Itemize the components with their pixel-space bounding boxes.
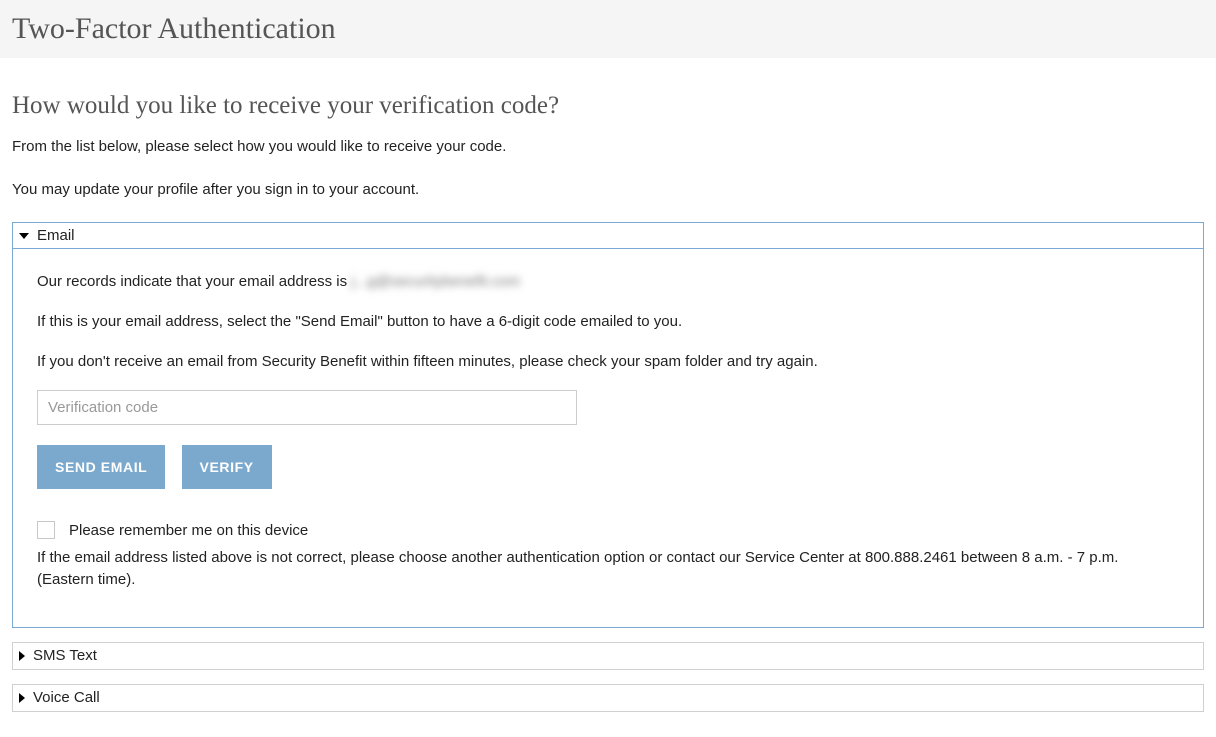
sms-accordion-header[interactable]: SMS Text <box>13 643 1203 669</box>
remember-label: Please remember me on this device <box>69 522 308 539</box>
email-footnote: If the email address listed above is not… <box>37 547 1179 591</box>
send-email-button[interactable]: Send Email <box>37 445 165 489</box>
remember-checkbox[interactable] <box>37 521 55 539</box>
email-accordion-label: Email <box>37 227 75 244</box>
email-instruction-1: If this is your email address, select th… <box>37 311 1179 333</box>
caret-down-icon <box>19 233 29 239</box>
remember-row: Please remember me on this device <box>37 521 1179 539</box>
email-accordion: Email Our records indicate that your ema… <box>12 222 1204 628</box>
page-subtitle: How would you like to receive your verif… <box>12 92 1204 120</box>
sms-accordion: SMS Text <box>12 642 1204 670</box>
email-records-line: Our records indicate that your email add… <box>37 271 1179 293</box>
intro-text-1: From the list below, please select how y… <box>12 136 1204 157</box>
sms-accordion-label: SMS Text <box>33 647 97 664</box>
email-instruction-2: If you don't receive an email from Secur… <box>37 351 1179 373</box>
verification-code-input[interactable] <box>37 390 577 425</box>
voice-accordion: Voice Call <box>12 684 1204 712</box>
page-title: Two-Factor Authentication <box>12 12 336 46</box>
email-records-prefix: Our records indicate that your email add… <box>37 273 351 290</box>
verify-button[interactable]: Verify <box>182 445 272 489</box>
masked-email: j...g@securitybenefit.com <box>351 271 520 293</box>
intro-text-2: You may update your profile after you si… <box>12 179 1204 200</box>
main-content: How would you like to receive your verif… <box>0 58 1216 736</box>
caret-right-icon <box>19 651 25 661</box>
voice-accordion-header[interactable]: Voice Call <box>13 685 1203 711</box>
email-accordion-header[interactable]: Email <box>13 223 1203 249</box>
page-header: Two-Factor Authentication <box>0 0 1216 58</box>
email-accordion-body: Our records indicate that your email add… <box>13 249 1203 627</box>
voice-accordion-label: Voice Call <box>33 689 100 706</box>
caret-right-icon <box>19 693 25 703</box>
button-row: Send Email Verify <box>37 445 1179 489</box>
